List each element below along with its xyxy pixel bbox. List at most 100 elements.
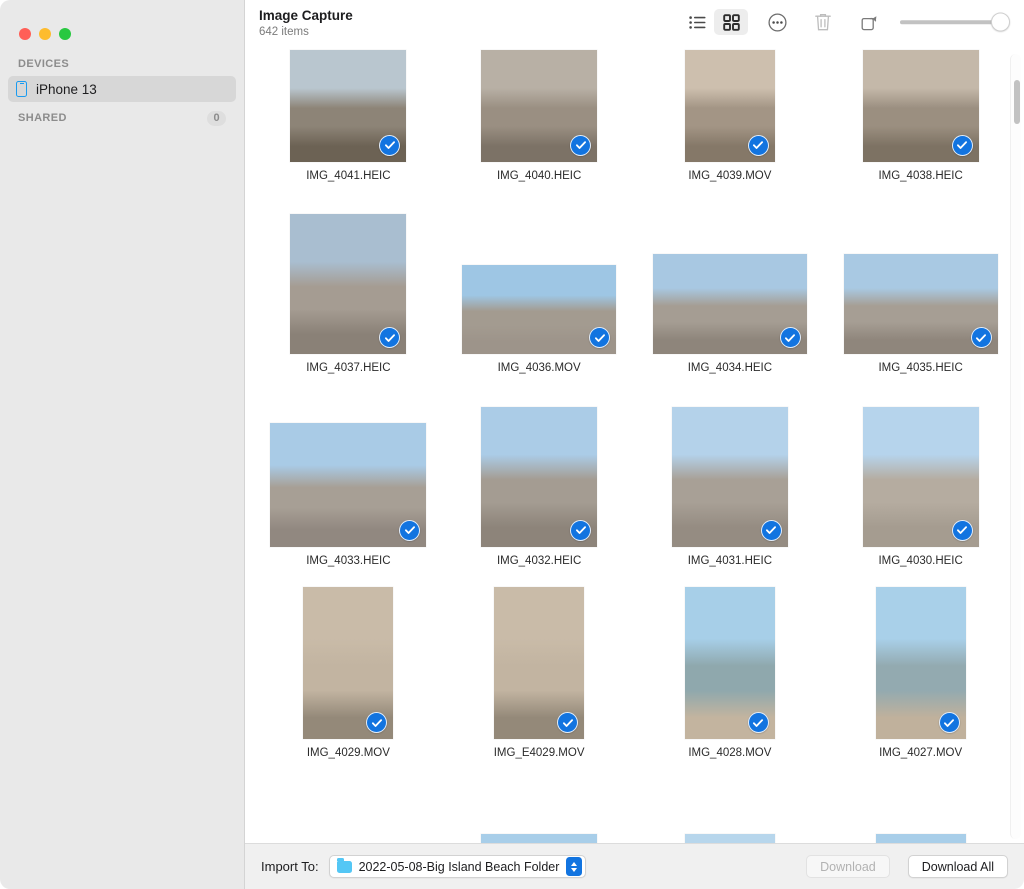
selected-checkmark-badge[interactable] [761,520,782,541]
more-options-button[interactable] [760,9,794,35]
slider-track [900,20,1000,24]
title-block: Image Capture 642 items [259,8,353,40]
thumbnail-image-box [685,786,775,844]
thumbnail-image[interactable] [863,407,979,547]
close-window-button[interactable] [19,28,31,40]
thumbnail-image-box [863,48,979,162]
grid-view-button[interactable] [714,9,748,35]
import-to-label: Import To: [261,859,319,874]
thumbnail-filename: IMG_E4029.MOV [494,746,585,760]
selected-checkmark-badge[interactable] [939,712,960,733]
thumbnail-cell[interactable]: IMG_4032.HEIC [444,377,635,570]
minimize-window-button[interactable] [39,28,51,40]
selected-checkmark-badge[interactable] [952,520,973,541]
check-icon [371,717,383,729]
thumbnail-cell[interactable]: IMG_4036.MOV [444,185,635,378]
sidebar: DEVICES iPhone 13 SHARED 0 [0,0,245,889]
vertical-scrollbar[interactable] [1010,54,1021,839]
slider-thumb[interactable] [991,13,1010,32]
thumbnail-cell[interactable]: IMG_4027.MOV [825,570,1016,763]
sidebar-header-shared[interactable]: SHARED 0 [0,112,244,130]
thumbnail-cell[interactable]: IMG_4033.HEIC [253,377,444,570]
selected-checkmark-badge[interactable] [570,135,591,156]
thumbnail-size-slider[interactable] [900,9,1010,35]
thumbnail-filename: IMG_4031.HEIC [688,554,772,568]
selected-checkmark-badge[interactable] [780,327,801,348]
thumbnail-cell[interactable]: IMG_4041.HEIC [253,48,444,185]
thumbnail-image[interactable] [685,834,775,844]
delete-button[interactable] [806,9,840,35]
thumbnail-cell[interactable]: IMG_4034.HEIC [635,185,826,378]
check-icon [784,332,796,344]
thumbnail-image[interactable] [876,587,966,739]
thumbnail-cell[interactable]: IMG_4035.HEIC [825,185,1016,378]
thumbnail-image[interactable] [685,50,775,162]
selected-checkmark-badge[interactable] [399,520,420,541]
thumbnail-image[interactable] [494,587,584,739]
thumbnail-cell[interactable] [253,762,444,843]
thumbnail-image-box [270,786,426,844]
thumbnail-filename: IMG_4032.HEIC [497,554,581,568]
thumbnail-cell[interactable] [444,762,635,843]
import-destination-popup[interactable]: 2022-05-08-Big Island Beach Folder [329,855,587,878]
iphone-icon [16,81,27,97]
selected-checkmark-badge[interactable] [557,712,578,733]
selected-checkmark-badge[interactable] [366,712,387,733]
thumbnail-cell[interactable]: IMG_4030.HEIC [825,377,1016,570]
thumbnail-image[interactable] [876,834,966,844]
window-controls [0,0,244,48]
thumbnail-image[interactable] [303,587,393,739]
selected-checkmark-badge[interactable] [570,520,591,541]
thumbnail-image[interactable] [844,254,998,354]
check-icon [575,139,587,151]
thumbnail-image[interactable] [672,407,788,547]
thumbnail-image[interactable] [270,423,426,547]
selected-checkmark-badge[interactable] [589,327,610,348]
sidebar-section-devices: DEVICES iPhone 13 [0,58,244,102]
chevron-updown-icon[interactable] [566,857,582,876]
selected-checkmark-badge[interactable] [971,327,992,348]
thumbnail-image[interactable] [462,265,616,354]
thumbnail-image[interactable] [481,407,597,547]
toolbar-buttons [680,9,1010,35]
selected-checkmark-badge[interactable] [748,712,769,733]
thumbnail-cell[interactable]: IMG_4038.HEIC [825,48,1016,185]
thumbnail-grid-scroll-area[interactable]: IMG_4041.HEICIMG_4040.HEICIMG_4039.MOVIM… [245,48,1024,843]
maximize-window-button[interactable] [59,28,71,40]
rotate-button[interactable] [852,9,886,35]
check-icon [384,139,396,151]
thumbnail-image[interactable] [653,254,807,354]
check-icon [943,717,955,729]
thumbnail-filename: IMG_4034.HEIC [688,361,772,375]
thumbnail-image[interactable] [863,50,979,162]
selected-checkmark-badge[interactable] [379,135,400,156]
thumbnail-cell[interactable]: IMG_4037.HEIC [253,185,444,378]
trash-icon [814,12,832,32]
selected-checkmark-badge[interactable] [748,135,769,156]
thumbnail-cell[interactable]: IMG_4031.HEIC [635,377,826,570]
ellipsis-circle-icon [768,13,787,32]
selected-checkmark-badge[interactable] [952,135,973,156]
thumbnail-cell[interactable]: IMG_4039.MOV [635,48,826,185]
thumbnail-image[interactable] [290,50,406,162]
download-button[interactable]: Download [806,855,890,878]
sidebar-shared-count-badge: 0 [207,111,226,126]
thumbnail-cell[interactable]: IMG_4040.HEIC [444,48,635,185]
thumbnail-cell[interactable]: IMG_4029.MOV [253,570,444,763]
thumbnail-image[interactable] [290,214,406,354]
thumbnail-image[interactable] [685,587,775,739]
thumbnail-cell[interactable] [635,762,826,843]
selected-checkmark-badge[interactable] [379,327,400,348]
page-title: Image Capture [259,8,353,24]
thumbnail-cell[interactable]: IMG_4028.MOV [635,570,826,763]
check-icon [975,332,987,344]
thumbnail-cell[interactable]: IMG_E4029.MOV [444,570,635,763]
thumbnail-image[interactable] [481,834,597,844]
list-view-button[interactable] [680,9,714,35]
thumbnail-image[interactable] [481,50,597,162]
thumbnail-cell[interactable] [825,762,1016,843]
sidebar-item-iphone-13[interactable]: iPhone 13 [8,76,236,102]
scrollbar-thumb[interactable] [1014,80,1021,124]
download-all-button[interactable]: Download All [908,855,1008,878]
thumbnail-image-box [481,387,597,547]
